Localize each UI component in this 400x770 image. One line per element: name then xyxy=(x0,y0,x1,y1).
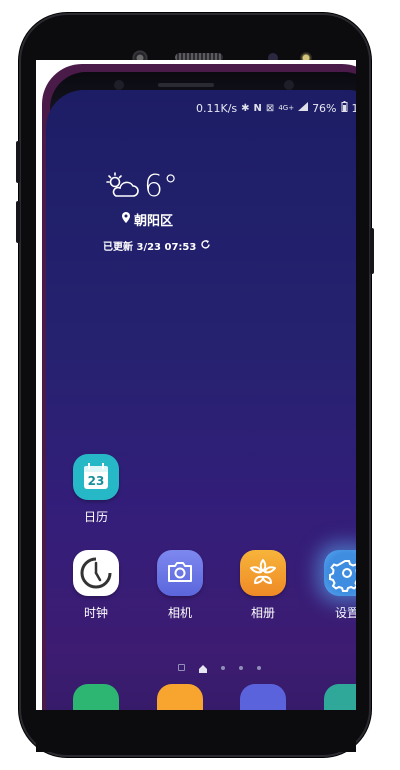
app-label: 设置 xyxy=(334,606,356,620)
bottom-bezel xyxy=(36,710,356,752)
home-page-icon xyxy=(199,658,207,677)
page-dot xyxy=(178,664,185,671)
device-image-earpiece xyxy=(158,83,214,87)
volume-button xyxy=(16,141,20,183)
battery-percent: 76% xyxy=(312,101,337,115)
page-indicator[interactable] xyxy=(178,658,261,677)
gallery-icon xyxy=(240,550,286,596)
power-button xyxy=(370,228,374,274)
page-dot xyxy=(239,665,243,670)
location-name: 朝阳区 xyxy=(134,214,174,229)
battery-icon xyxy=(341,101,348,115)
page-dot xyxy=(257,665,261,670)
status-bar: 0.11K/s ✱ N ⊠ 4G+ 76% 10 xyxy=(196,100,356,116)
cloud-sun-icon xyxy=(104,172,140,204)
bluetooth-icon: ✱ xyxy=(241,102,250,114)
location-pin-icon xyxy=(122,212,130,227)
page-dot xyxy=(221,665,225,670)
update-text: 已更新 3/23 07:53 xyxy=(103,242,197,253)
network-speed: 0.11K/s xyxy=(196,101,238,115)
location: 朝阳区 xyxy=(122,210,211,229)
clock: 10 xyxy=(351,101,356,115)
bixby-button xyxy=(16,201,20,243)
phone-icon[interactable] xyxy=(73,684,119,710)
nfc-icon: N xyxy=(253,102,262,114)
signal-icon xyxy=(298,102,309,114)
network-type: 4G+ xyxy=(278,104,295,112)
app-label: 相机 xyxy=(167,606,192,620)
settings-icon xyxy=(324,550,356,596)
screen: 0.11K/s ✱ N ⊠ 4G+ 76% 10 xyxy=(36,60,356,710)
apps-icon[interactable] xyxy=(324,684,356,710)
refresh-icon[interactable] xyxy=(200,239,211,253)
calendar-icon: 23 xyxy=(73,454,119,500)
calendar-date: 23 xyxy=(87,474,105,488)
update-time: 已更新 3/23 07:53 xyxy=(103,238,211,253)
temperature: 6° xyxy=(144,169,179,204)
app-clock[interactable]: 时钟 xyxy=(68,550,124,621)
app-label: 日历 xyxy=(83,510,108,524)
app-label: 相册 xyxy=(250,606,275,620)
app-camera[interactable]: 相机 xyxy=(152,550,208,621)
clock-icon xyxy=(73,550,119,596)
internet-icon[interactable] xyxy=(240,684,286,710)
app-calendar[interactable]: 23 日历 xyxy=(68,454,124,525)
app-label: 时钟 xyxy=(83,606,108,620)
mute-icon: ⊠ xyxy=(265,102,275,114)
device-image-sensor xyxy=(114,80,124,90)
device-image-sensor xyxy=(284,80,294,90)
messages-icon[interactable] xyxy=(157,684,203,710)
weather-widget[interactable]: 6° 朝阳区 已更新 3/23 07:53 xyxy=(103,169,211,253)
app-gallery[interactable]: 相册 xyxy=(235,550,291,621)
app-settings[interactable]: 设置 xyxy=(319,550,356,621)
camera-icon xyxy=(157,550,203,596)
